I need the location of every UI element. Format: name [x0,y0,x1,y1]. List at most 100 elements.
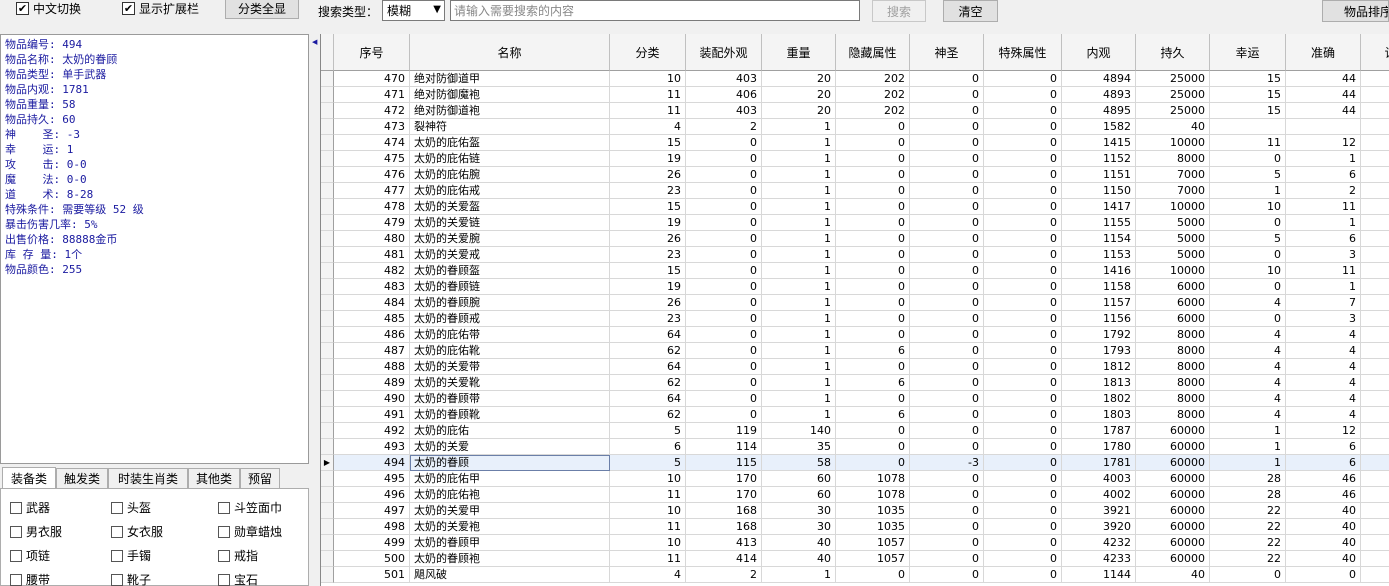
table-cell[interactable]: 太奶的眷顾袍 [410,551,610,567]
table-cell[interactable]: 1 [762,567,836,583]
table-cell[interactable]: 479 [334,215,410,231]
table-cell[interactable]: 414 [686,551,762,567]
table-cell[interactable]: 1 [762,311,836,327]
row-header[interactable] [321,375,334,391]
table-cell[interactable]: 60000 [1136,471,1210,487]
table-cell[interactable]: 6000 [1136,279,1210,295]
table-cell[interactable]: 10 [610,71,686,87]
table-cell[interactable]: 0 [686,231,762,247]
table-cell[interactable]: 太奶的庇佑链 [410,151,610,167]
table-cell[interactable]: 太奶的关爱盔 [410,199,610,215]
table-cell[interactable]: 太奶的关爱袍 [410,519,610,535]
category-checkbox[interactable]: 项链 [10,547,50,564]
table-row[interactable]: 470 绝对防御道甲 10 403 20 202 0 0 4894 25000 15 44 [321,71,1389,87]
table-cell[interactable]: 绝对防御道袍 [410,103,610,119]
table-cell[interactable]: 4 [1210,391,1286,407]
table-cell[interactable]: 4003 [1062,471,1136,487]
column-header[interactable]: 持久 [1136,34,1210,71]
table-row[interactable]: 487 太奶的庇佑靴 62 0 1 6 0 0 1793 8000 4 4 [321,343,1389,359]
table-cell[interactable]: 2 [686,567,762,583]
table-cell[interactable]: 472 [334,103,410,119]
table-cell[interactable]: 1 [762,231,836,247]
table-cell[interactable]: 0 [836,119,910,135]
table-cell[interactable]: 4895 [1062,103,1136,119]
table-row[interactable]: ▶ 494 太奶的眷顾 5 115 58 0 -3 0 1781 60000 1 6 [321,455,1389,471]
table-cell[interactable]: 1 [1286,215,1361,231]
row-header[interactable] [321,327,334,343]
row-header[interactable] [321,343,334,359]
table-cell[interactable]: 0 [836,439,910,455]
table-cell[interactable]: 0 [984,535,1062,551]
table-cell[interactable]: 10000 [1136,199,1210,215]
table-cell[interactable]: 46 [1286,471,1361,487]
table-cell[interactable]: 太奶的庇佑靴 [410,343,610,359]
table-cell[interactable]: 0 [910,343,984,359]
table-cell[interactable]: 6 [1286,439,1361,455]
table-cell[interactable]: 1078 [836,487,910,503]
table-cell[interactable]: 1 [762,375,836,391]
table-cell[interactable]: 0 [910,359,984,375]
table-cell[interactable]: 0 [686,279,762,295]
table-cell[interactable]: 202 [836,87,910,103]
table-cell[interactable]: 1803 [1062,407,1136,423]
table-cell[interactable]: 6 [610,439,686,455]
table-row[interactable]: 478 太奶的关爱盔 15 0 1 0 0 0 1417 10000 10 11 [321,199,1389,215]
table-cell[interactable]: 4 [1210,375,1286,391]
table-cell[interactable]: 0 [686,199,762,215]
table-cell[interactable]: 25000 [1136,87,1210,103]
table-cell[interactable] [1361,183,1389,199]
table-cell[interactable]: 绝对防御道甲 [410,71,610,87]
table-cell[interactable]: 44 [1286,87,1361,103]
table-cell[interactable] [1361,343,1389,359]
table-cell[interactable]: 11 [1210,135,1286,151]
table-cell[interactable] [1361,103,1389,119]
table-cell[interactable]: 499 [334,535,410,551]
table-cell[interactable]: 0 [984,375,1062,391]
table-cell[interactable]: 35 [762,439,836,455]
table-cell[interactable]: 0 [910,231,984,247]
table-cell[interactable]: 0 [686,215,762,231]
column-header[interactable]: 名称 [410,34,610,71]
table-cell[interactable]: 1 [1210,455,1286,471]
table-cell[interactable]: 0 [836,151,910,167]
table-cell[interactable]: 0 [686,183,762,199]
table-cell[interactable]: 太奶的庇佑腕 [410,167,610,183]
table-cell[interactable]: 40 [1286,519,1361,535]
category-checkbox[interactable]: 戒指 [218,547,258,564]
row-header[interactable] [321,487,334,503]
table-cell[interactable]: 4 [1286,407,1361,423]
table-cell[interactable]: 6 [1286,455,1361,471]
table-cell[interactable]: 476 [334,167,410,183]
table-cell[interactable]: 1780 [1062,439,1136,455]
table-cell[interactable]: 40 [1286,535,1361,551]
table-cell[interactable]: 4002 [1062,487,1136,503]
table-cell[interactable] [1361,87,1389,103]
table-row[interactable]: 488 太奶的关爱带 64 0 1 0 0 0 1812 8000 4 4 [321,359,1389,375]
table-cell[interactable]: 0 [910,151,984,167]
table-cell[interactable]: 0 [984,199,1062,215]
table-cell[interactable] [1286,119,1361,135]
table-row[interactable]: 485 太奶的眷顾戒 23 0 1 0 0 0 1156 6000 0 3 [321,311,1389,327]
table-cell[interactable]: 11 [610,103,686,119]
table-cell[interactable]: 62 [610,407,686,423]
table-cell[interactable]: 20 [762,87,836,103]
search-button[interactable]: 搜索 [872,0,926,22]
table-cell[interactable]: 0 [1210,151,1286,167]
table-cell[interactable]: 0 [1286,567,1361,583]
table-cell[interactable]: 1154 [1062,231,1136,247]
table-cell[interactable]: 太奶的眷顾腕 [410,295,610,311]
column-header[interactable]: 隐藏属性 [836,34,910,71]
table-cell[interactable]: 46 [1286,487,1361,503]
table-cell[interactable]: 15 [610,263,686,279]
table-cell[interactable]: 0 [984,231,1062,247]
table-row[interactable]: 498 太奶的关爱袍 11 168 30 1035 0 0 3920 60000 22 40 [321,519,1389,535]
table-cell[interactable]: 太奶的庇佑盔 [410,135,610,151]
table-cell[interactable]: 6 [836,343,910,359]
table-cell[interactable]: 44 [1286,71,1361,87]
row-header[interactable] [321,119,334,135]
table-cell[interactable]: 10 [610,503,686,519]
column-header[interactable]: 重量 [762,34,836,71]
table-cell[interactable]: 40 [1136,567,1210,583]
table-cell[interactable]: 0 [910,103,984,119]
category-checkbox[interactable]: 斗笠面巾 [218,499,282,516]
